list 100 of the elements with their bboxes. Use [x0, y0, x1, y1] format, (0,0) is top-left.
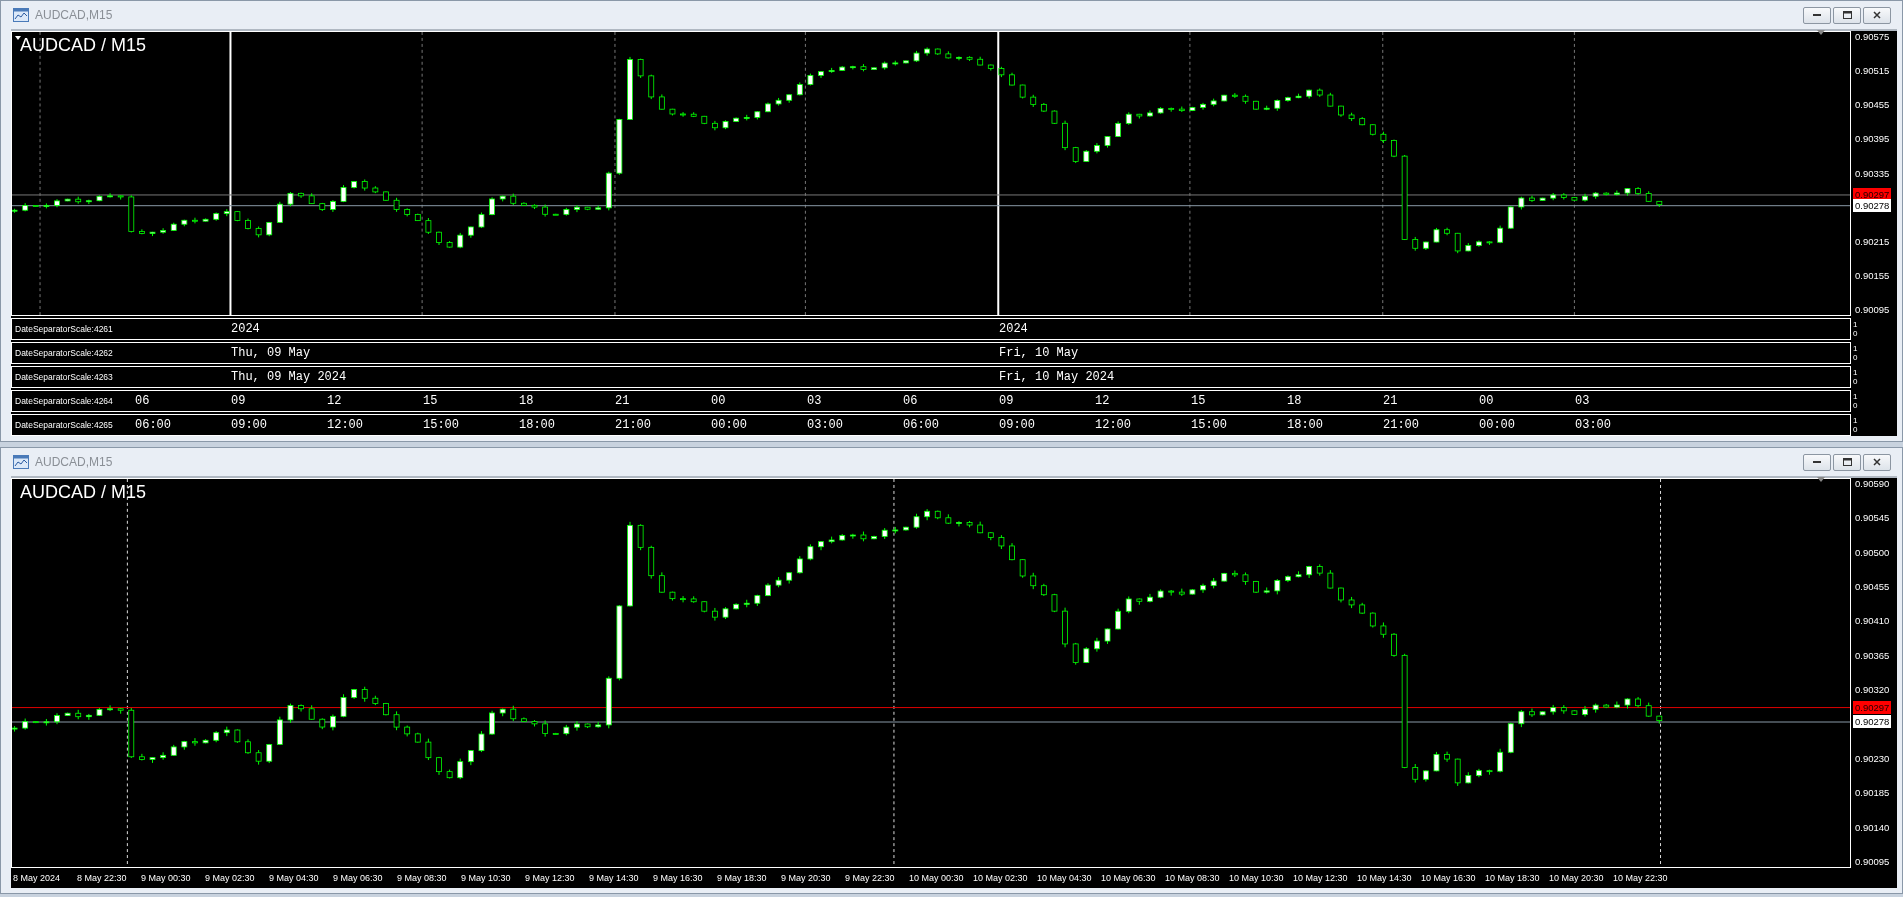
price-label: 0.90095 [1855, 304, 1890, 316]
price-label: 0.90590 [1855, 478, 1890, 490]
date-label: 2024 [999, 322, 1028, 336]
time-label: 9 May 22:30 [845, 873, 896, 883]
time-label: 9 May 16:30 [653, 873, 704, 883]
minimize-button[interactable] [1803, 6, 1831, 24]
price-label: 0.90230 [1855, 752, 1890, 765]
time-label: 9 May 02:30 [205, 873, 256, 883]
date-label: 18 [1287, 394, 1302, 408]
date-label: 18 [519, 394, 534, 408]
scale-mark: 1 [1853, 320, 1859, 329]
time-label: 10 May 04:30 [1037, 873, 1093, 883]
date-label: 00:00 [711, 418, 747, 432]
indicator-name: DateSeparatorScale:4261 [15, 324, 114, 334]
price-label: 0.90515 [1855, 65, 1890, 78]
date-label: 06 [135, 394, 150, 408]
price-label: 0.90215 [1855, 235, 1890, 248]
date-label: Fri, 10 May 2024 [999, 370, 1115, 384]
price-label: 0.90455 [1855, 581, 1890, 594]
time-label: 9 May 20:30 [781, 873, 832, 883]
date-label: 15:00 [1191, 418, 1227, 432]
time-label: 10 May 02:30 [973, 873, 1029, 883]
date-label: Thu, 09 May 2024 [231, 370, 347, 384]
date-label: 09:00 [999, 418, 1035, 432]
date-label: Thu, 09 May [231, 346, 311, 360]
date-label: 12 [327, 394, 342, 408]
time-label: 10 May 16:30 [1421, 873, 1477, 883]
date-label: 00 [1479, 394, 1494, 408]
scale-mark: 1 [1853, 392, 1859, 401]
time-label: 10 May 18:30 [1485, 873, 1541, 883]
window-title: AUDCAD,M15 [35, 455, 113, 469]
date-label: 18:00 [519, 418, 555, 432]
ask-price-tag: 0.90278 [1853, 715, 1892, 729]
date-label: 12:00 [1095, 418, 1131, 432]
corner-marker-icon [15, 36, 21, 40]
date-label: 03:00 [1575, 418, 1611, 432]
time-label: 10 May 14:30 [1357, 873, 1413, 883]
time-label: 10 May 10:30 [1229, 873, 1285, 883]
minimize-icon [1813, 13, 1821, 17]
scale-mark: 0 [1853, 425, 1859, 434]
time-label: 9 May 00:30 [141, 873, 192, 883]
date-label: 09:00 [231, 418, 267, 432]
shift-marker-icon[interactable] [1817, 30, 1825, 35]
date-label: 06:00 [903, 418, 939, 432]
time-label: 10 May 08:30 [1165, 873, 1221, 883]
date-label: 06:00 [135, 418, 171, 432]
bid-price-tag: 0.90297 [1853, 700, 1892, 714]
indicator-name: DateSeparatorScale:4265 [15, 420, 114, 430]
restore-icon [1842, 458, 1852, 466]
restore-icon [1842, 11, 1852, 19]
price-label: 0.90335 [1855, 167, 1890, 180]
time-label: 8 May 22:30 [77, 873, 128, 883]
price-label: 0.90365 [1855, 649, 1890, 662]
price-label: 0.90140 [1855, 821, 1890, 834]
scale-mark: 0 [1853, 353, 1859, 362]
date-label: 09 [231, 394, 246, 408]
date-label: 09 [999, 394, 1014, 408]
time-label: 9 May 08:30 [397, 873, 448, 883]
date-label: 03 [1575, 394, 1590, 408]
date-label: 00:00 [1479, 418, 1515, 432]
date-label: 12:00 [327, 418, 363, 432]
close-button[interactable] [1863, 453, 1891, 471]
scale-mark: 1 [1853, 344, 1859, 353]
restore-button[interactable] [1833, 6, 1861, 24]
time-label: 9 May 12:30 [525, 873, 576, 883]
date-label: 2024 [231, 322, 260, 336]
window-title: AUDCAD,M15 [35, 8, 113, 22]
price-label: 0.90185 [1855, 787, 1890, 800]
chart-window-icon [13, 455, 29, 469]
minimize-button[interactable] [1803, 453, 1831, 471]
date-label: 15 [423, 394, 438, 408]
price-label: 0.90545 [1855, 512, 1890, 525]
price-label: 0.90155 [1855, 269, 1890, 282]
scale-mark: 1 [1853, 368, 1859, 377]
date-label: 00 [711, 394, 726, 408]
restore-button[interactable] [1833, 453, 1861, 471]
close-button[interactable] [1863, 6, 1891, 24]
date-label: 06 [903, 394, 918, 408]
chart-symbol-label: AUDCAD / M15 [20, 482, 147, 503]
time-label: 9 May 04:30 [269, 873, 320, 883]
close-icon [1873, 458, 1881, 466]
shift-marker-icon[interactable] [1817, 477, 1825, 482]
date-label: 21:00 [615, 418, 651, 432]
indicator-name: DateSeparatorScale:4264 [15, 396, 114, 406]
minimize-icon [1813, 460, 1821, 464]
date-label: 12 [1095, 394, 1110, 408]
scale-mark: 1 [1853, 416, 1859, 425]
time-label: 10 May 20:30 [1549, 873, 1605, 883]
time-label: 10 May 06:30 [1101, 873, 1157, 883]
scale-mark: 0 [1853, 401, 1859, 410]
chart-symbol-label: AUDCAD / M15 [20, 35, 147, 56]
date-label: 15 [1191, 394, 1206, 408]
time-label: 10 May 12:30 [1293, 873, 1349, 883]
date-label: 21 [1383, 394, 1398, 408]
date-label: 18:00 [1287, 418, 1323, 432]
price-label: 0.90095 [1855, 856, 1890, 868]
time-label: 10 May 22:30 [1613, 873, 1669, 883]
date-label: 03:00 [807, 418, 843, 432]
time-label: 9 May 18:30 [717, 873, 768, 883]
time-label: 9 May 06:30 [333, 873, 384, 883]
